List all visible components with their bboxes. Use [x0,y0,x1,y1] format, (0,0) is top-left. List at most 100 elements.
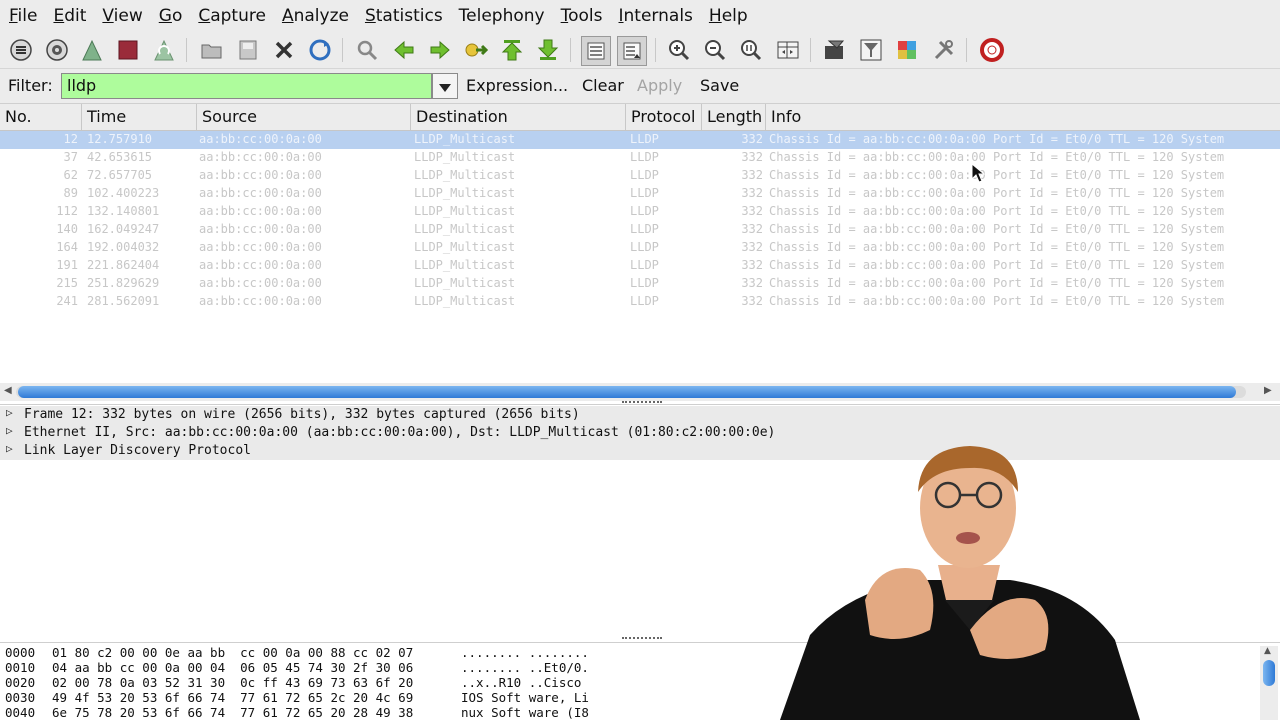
packet-row[interactable]: 12 12.757910 aa:bb:cc:00:0a:00 LLDP_Multica… [0,131,1280,149]
menu-item-telephony[interactable]: Telephony [459,6,545,26]
menu-mnemonic: C [198,6,211,26]
save-button[interactable]: Save [700,76,739,95]
resize-columns-icon[interactable] [774,36,802,64]
packet-cell-dst: LLDP_Multicast [414,150,516,164]
scrollbar-thumb[interactable] [1263,660,1275,686]
packet-cell-len: 332 [741,294,763,308]
hex-offset: 0030 [5,690,36,705]
column-header-no[interactable]: No. [0,104,82,130]
menu-label: iew [113,6,143,26]
packet-cell-no: 191 [56,258,78,272]
menu-item-capture[interactable]: Capture [198,6,266,26]
packet-cell-src: aa:bb:cc:00:0a:00 [199,294,322,308]
go-last-icon[interactable] [534,36,562,64]
column-header-protocol[interactable]: Protocol [626,104,702,130]
menu-item-internals[interactable]: Internals [619,6,693,26]
hex-ascii: IOS Soft ware, Li [461,690,589,705]
display-filter-input[interactable]: lldp [61,73,432,99]
packet-cell-src: aa:bb:cc:00:0a:00 [199,132,322,146]
colorize-icon[interactable] [581,36,611,66]
go-forward-icon[interactable] [426,36,454,64]
scrollbar-thumb[interactable] [18,386,1236,398]
zoom-in-icon[interactable] [665,36,693,64]
column-header-destination[interactable]: Destination [411,104,626,130]
help-icon[interactable] [978,36,1006,64]
packet-cell-src: aa:bb:cc:00:0a:00 [199,276,322,290]
packet-row[interactable]: 241 281.562091 aa:bb:cc:00:0a:00 LLDP_Multi… [0,293,1280,311]
bytes-vertical-scrollbar[interactable]: ▲ [1260,646,1278,720]
packet-row[interactable]: 37 42.653615 aa:bb:cc:00:0a:00 LLDP_Multica… [0,149,1280,167]
packet-row[interactable]: 215 251.829629 aa:bb:cc:00:0a:00 LLDP_Multi… [0,275,1280,293]
menu-item-tools[interactable]: Tools [561,6,603,26]
menu-item-edit[interactable]: Edit [53,6,86,26]
detail-row-frame[interactable]: ▷ Frame 12: 332 bytes on wire (2656 bits… [0,406,1280,424]
packet-list-horizontal-scrollbar[interactable]: ◀ ▶ [0,383,1280,401]
interfaces-icon[interactable] [7,36,35,64]
menu-item-statistics[interactable]: Statistics [365,6,443,26]
save-file-icon[interactable] [234,36,262,64]
menu-item-file[interactable]: File [9,6,37,26]
menu-item-analyze[interactable]: Analyze [282,6,349,26]
packet-row[interactable]: 89 102.400223 aa:bb:cc:00:0a:00 LLDP_Multic… [0,185,1280,203]
packet-list[interactable]: 12 12.757910 aa:bb:cc:00:0a:00 LLDP_Multica… [0,131,1280,383]
packet-cell-src: aa:bb:cc:00:0a:00 [199,222,322,236]
column-header-time[interactable]: Time [82,104,197,130]
expression-button[interactable]: Expression... [466,76,568,95]
packet-row[interactable]: 112 132.140801 aa:bb:cc:00:0a:00 LLDP_Multi… [0,203,1280,221]
go-back-icon[interactable] [390,36,418,64]
hex-offset: 0010 [5,660,36,675]
menu-mnemonic: V [102,6,114,26]
menu-label: tatistics [375,6,443,26]
packet-row[interactable]: 191 221.862404 aa:bb:cc:00:0a:00 LLDP_Multi… [0,257,1280,275]
packet-cell-time: 221.862404 [87,258,160,272]
find-packet-icon[interactable] [353,36,381,64]
expand-triangle-icon[interactable]: ▷ [6,406,13,419]
menu-item-go[interactable]: Go [159,6,183,26]
apply-button[interactable]: Apply [637,76,682,95]
restart-capture-icon[interactable] [150,36,178,64]
packet-row[interactable]: 140 162.049247 aa:bb:cc:00:0a:00 LLDP_Multi… [0,221,1280,239]
open-file-icon[interactable] [198,36,226,64]
hex-ascii: nux Soft ware (I8 [461,705,589,720]
coloring-rules-icon[interactable] [893,36,921,64]
packet-cell-proto: LLDP [630,240,659,254]
scroll-right-icon[interactable]: ▶ [1264,385,1272,396]
packet-cell-src: aa:bb:cc:00:0a:00 [199,204,322,218]
scroll-left-icon[interactable]: ◀ [4,385,12,396]
auto-scroll-icon[interactable] [617,36,647,66]
zoom-out-icon[interactable] [701,36,729,64]
zoom-normal-icon[interactable] [737,36,765,64]
filter-dropdown-button[interactable] [432,73,458,99]
column-header-length[interactable]: Length [702,104,766,130]
hex-bytes: 01 80 c2 00 00 0e aa bb cc 00 0a 00 88 c… [52,645,414,660]
stop-capture-icon[interactable] [114,36,142,64]
expand-triangle-icon[interactable]: ▷ [6,442,13,455]
clear-button[interactable]: Clear [582,76,624,95]
hex-ascii: ..x..R10 ..Cisco [461,675,589,690]
menu-item-view[interactable]: View [102,6,142,26]
packet-row[interactable]: 62 72.657705 aa:bb:cc:00:0a:00 LLDP_Multica… [0,167,1280,185]
preferences-icon[interactable] [930,36,958,64]
capture-filters-icon[interactable] [821,36,849,64]
expand-triangle-icon[interactable]: ▷ [6,424,13,437]
close-file-icon[interactable] [270,36,298,64]
menu-mnemonic: S [364,6,376,26]
go-first-icon[interactable] [498,36,526,64]
display-filters-icon[interactable] [857,36,885,64]
menu-item-help[interactable]: Help [709,6,748,26]
column-header-info[interactable]: Info [766,104,1280,130]
packet-cell-no: 62 [63,168,78,182]
packet-cell-dst: LLDP_Multicast [414,222,516,236]
go-to-packet-icon[interactable] [462,36,490,64]
packet-row[interactable]: 164 192.004032 aa:bb:cc:00:0a:00 LLDP_Multi… [0,239,1280,257]
options-icon[interactable] [43,36,71,64]
menu-label: o [171,6,183,26]
presenter-video-overlay [770,440,1150,720]
start-capture-icon[interactable] [78,36,106,64]
column-header-source[interactable]: Source [197,104,411,130]
reload-icon[interactable] [306,36,334,64]
packet-cell-proto: LLDP [630,294,659,308]
filter-toolbar: Filter: lldp Expression... Clear Apply S… [0,69,1280,104]
menu-mnemonic: T [560,6,569,26]
scroll-up-icon[interactable]: ▲ [1264,646,1271,656]
